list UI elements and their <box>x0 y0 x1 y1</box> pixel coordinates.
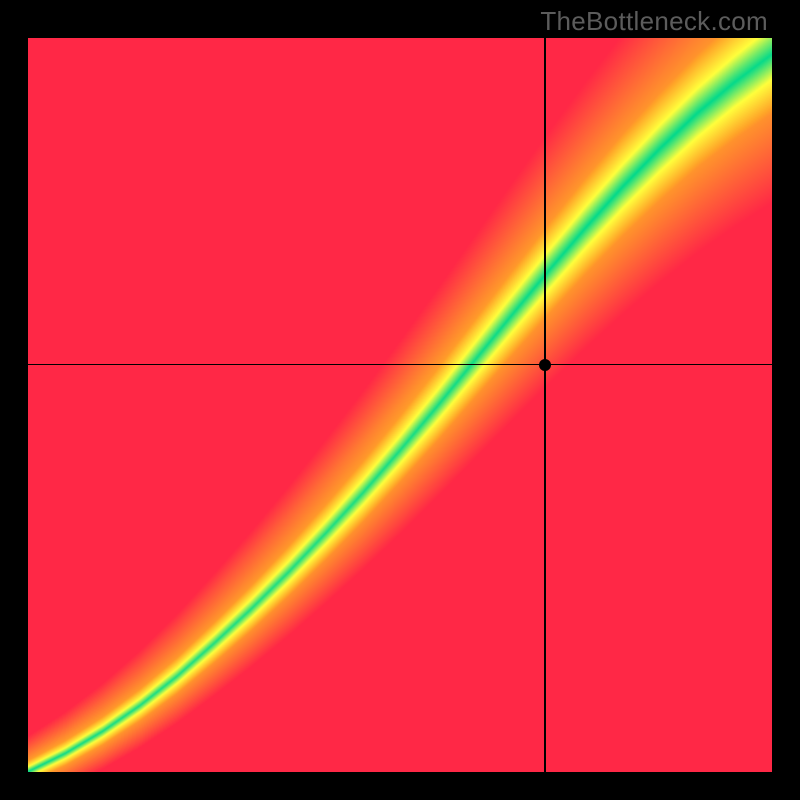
watermark-text: TheBottleneck.com <box>540 6 768 37</box>
selection-marker <box>539 359 551 371</box>
crosshair-vertical <box>544 38 545 772</box>
chart-frame: TheBottleneck.com <box>0 0 800 800</box>
crosshair-horizontal <box>28 364 772 365</box>
bottleneck-heatmap <box>28 38 772 772</box>
plot-area <box>28 38 772 772</box>
